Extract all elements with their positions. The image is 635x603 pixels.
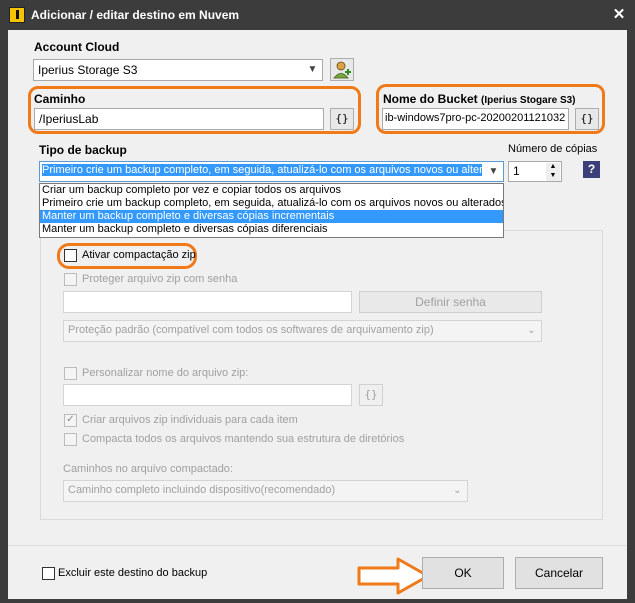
zip-custom-name-label: Personalizar nome do arquivo zip:	[82, 367, 249, 379]
account-cloud-value: Iperius Storage S3	[38, 63, 138, 77]
zip-structure-label: Compacta todos os arquivos mantendo sua …	[82, 433, 405, 445]
window-title: Adicionar / editar destino em Nuvem	[31, 8, 240, 22]
bucket-variables-button[interactable]: {}	[575, 108, 599, 130]
copies-spinner[interactable]: 1 ▲ ▼	[508, 161, 562, 182]
chevron-down-icon[interactable]: ▼	[485, 163, 502, 180]
backup-type-label: Tipo de backup	[39, 143, 127, 157]
close-icon[interactable]: ✕	[603, 0, 635, 30]
account-cloud-select[interactable]: Iperius Storage S3 ▼	[33, 59, 323, 81]
zip-password-label: Proteger arquivo zip com senha	[82, 273, 238, 285]
chevron-down-icon[interactable]: ▼	[304, 61, 321, 79]
add-user-icon	[333, 61, 351, 79]
backup-type-option-highlighted[interactable]: Manter um backup completo e diversas cóp…	[40, 210, 503, 223]
title-bar: Adicionar / editar destino em Nuvem ✕	[0, 0, 635, 30]
app-icon	[9, 7, 25, 23]
zip-password-input[interactable]	[63, 291, 352, 313]
spinner-up-icon[interactable]: ▲	[546, 163, 560, 172]
cancel-button[interactable]: Cancelar	[515, 557, 603, 589]
define-password-button[interactable]: Definir senha	[359, 291, 542, 313]
backup-type-select[interactable]: Primeiro crie um backup completo, em seg…	[39, 161, 504, 182]
zip-custom-name-input[interactable]	[63, 384, 352, 406]
backup-type-selected: Primeiro crie um backup completo, em seg…	[42, 164, 482, 176]
bucket-label-hint: (Iperius Stogare S3)	[481, 95, 576, 106]
account-cloud-label: Account Cloud	[34, 40, 120, 54]
footer-separator	[8, 545, 627, 546]
zip-paths-value: Caminho completo incluindo dispositivo(r…	[68, 484, 336, 496]
zip-name-variables-button[interactable]: {}	[359, 384, 383, 406]
ok-button[interactable]: OK	[422, 557, 504, 589]
bucket-label: Nome do Bucket	[383, 92, 478, 106]
copies-value: 1	[513, 164, 520, 178]
zip-enable-label: Ativar compactação zip	[82, 249, 196, 261]
spinner-down-icon[interactable]: ▼	[546, 172, 560, 181]
arrow-pointer-icon	[357, 557, 430, 595]
copies-label: Número de cópias	[508, 143, 598, 155]
path-variables-button[interactable]: {}	[330, 108, 354, 130]
exclude-destination-label: Excluir este destino do backup	[58, 567, 208, 579]
path-input[interactable]: /IperiusLab	[34, 108, 324, 130]
chevron-down-icon[interactable]: ⌄	[523, 322, 540, 340]
zip-individual-checkbox[interactable]: ✓	[64, 414, 77, 427]
zip-custom-name-checkbox[interactable]	[64, 367, 77, 380]
bucket-input[interactable]: ib-windows7pro-pc-20200201121032	[382, 108, 569, 130]
exclude-destination-checkbox[interactable]	[42, 567, 55, 580]
backup-type-option[interactable]: Criar um backup completo por vez e copia…	[40, 184, 503, 197]
zip-paths-label: Caminhos no arquivo compactado:	[63, 463, 233, 475]
chevron-down-icon[interactable]: ⌄	[449, 482, 466, 500]
path-label: Caminho	[34, 92, 86, 106]
backup-type-option[interactable]: Manter um backup completo e diversas cóp…	[40, 223, 503, 236]
zip-password-checkbox[interactable]	[64, 273, 77, 286]
zip-structure-checkbox[interactable]	[64, 433, 77, 446]
zip-individual-label: Criar arquivos zip individuais para cada…	[82, 414, 298, 426]
backup-type-option[interactable]: Primeiro crie um backup completo, em seg…	[40, 197, 503, 210]
zip-protection-value: Proteção padrão (compatível com todos os…	[68, 324, 434, 336]
window-border-left	[0, 30, 8, 603]
window-border-bottom	[0, 599, 635, 603]
backup-type-dropdown-list: Criar um backup completo por vez e copia…	[39, 183, 504, 238]
zip-protection-select[interactable]: Proteção padrão (compatível com todos os…	[63, 320, 542, 342]
window-border-right	[627, 30, 635, 603]
bucket-label-row: Nome do Bucket (Iperius Stogare S3)	[383, 92, 576, 106]
zip-paths-select[interactable]: Caminho completo incluindo dispositivo(r…	[63, 480, 468, 502]
zip-enable-checkbox[interactable]	[64, 249, 77, 262]
help-icon[interactable]: ?	[583, 161, 600, 178]
add-account-button[interactable]	[330, 58, 354, 81]
